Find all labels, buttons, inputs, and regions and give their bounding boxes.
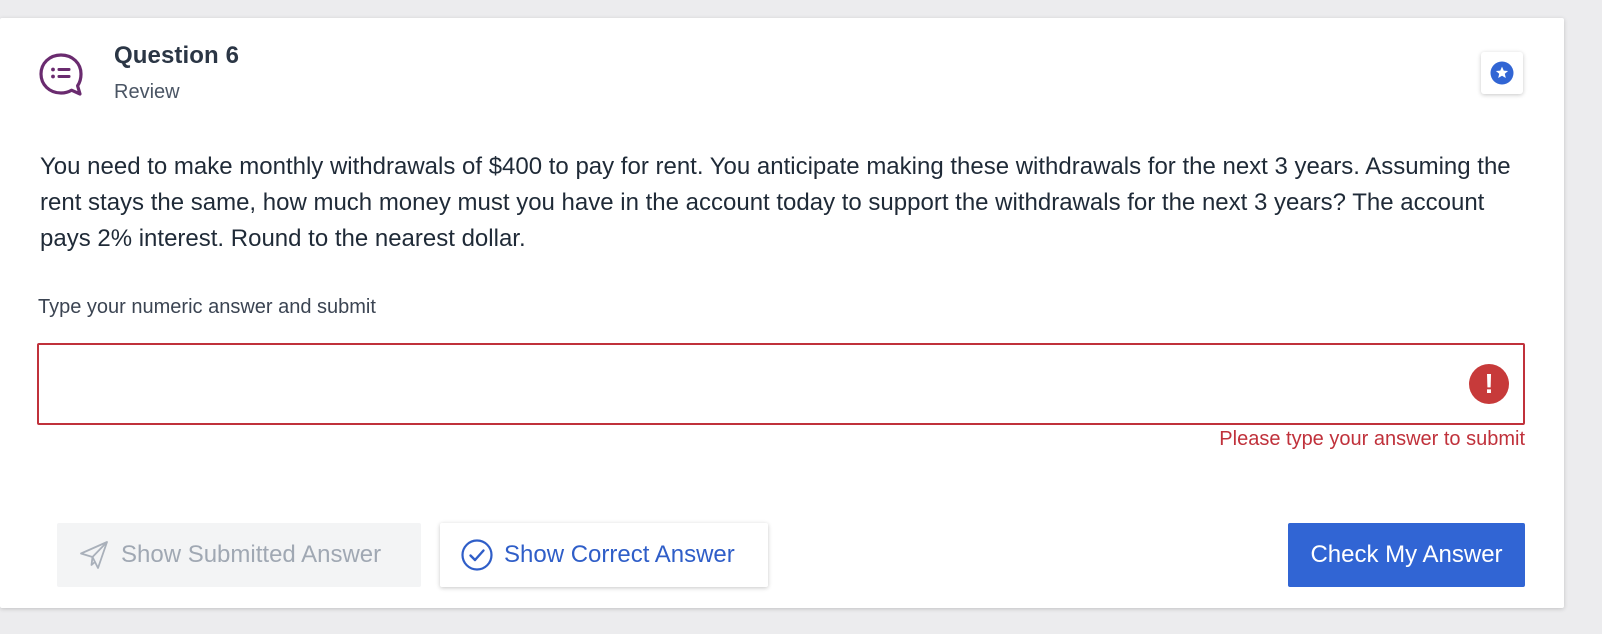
error-icon: !	[1469, 364, 1509, 404]
error-message: Please type your answer to submit	[1219, 428, 1525, 450]
bookmark-button[interactable]	[1481, 52, 1523, 94]
chat-list-icon	[38, 52, 84, 98]
star-icon	[1490, 61, 1514, 85]
show-submitted-answer-label: Show Submitted Answer	[121, 541, 382, 568]
question-card: Question 6 Review You need to make month…	[0, 18, 1564, 608]
check-circle-icon	[460, 538, 494, 572]
check-my-answer-label: Check My Answer	[1310, 541, 1503, 568]
question-text: You need to make monthly withdrawals of …	[40, 153, 1511, 252]
send-icon	[77, 538, 111, 572]
answer-label: Type your numeric answer and submit	[38, 296, 376, 318]
answer-input[interactable]	[37, 343, 1525, 425]
check-my-answer-button[interactable]: Check My Answer	[1288, 523, 1525, 587]
show-correct-answer-label: Show Correct Answer	[504, 541, 735, 568]
show-correct-answer-button[interactable]: Show Correct Answer	[440, 523, 768, 587]
question-subtitle: Review	[114, 81, 180, 103]
question-title: Question 6	[114, 42, 240, 69]
show-submitted-answer-button[interactable]: Show Submitted Answer	[57, 523, 421, 587]
